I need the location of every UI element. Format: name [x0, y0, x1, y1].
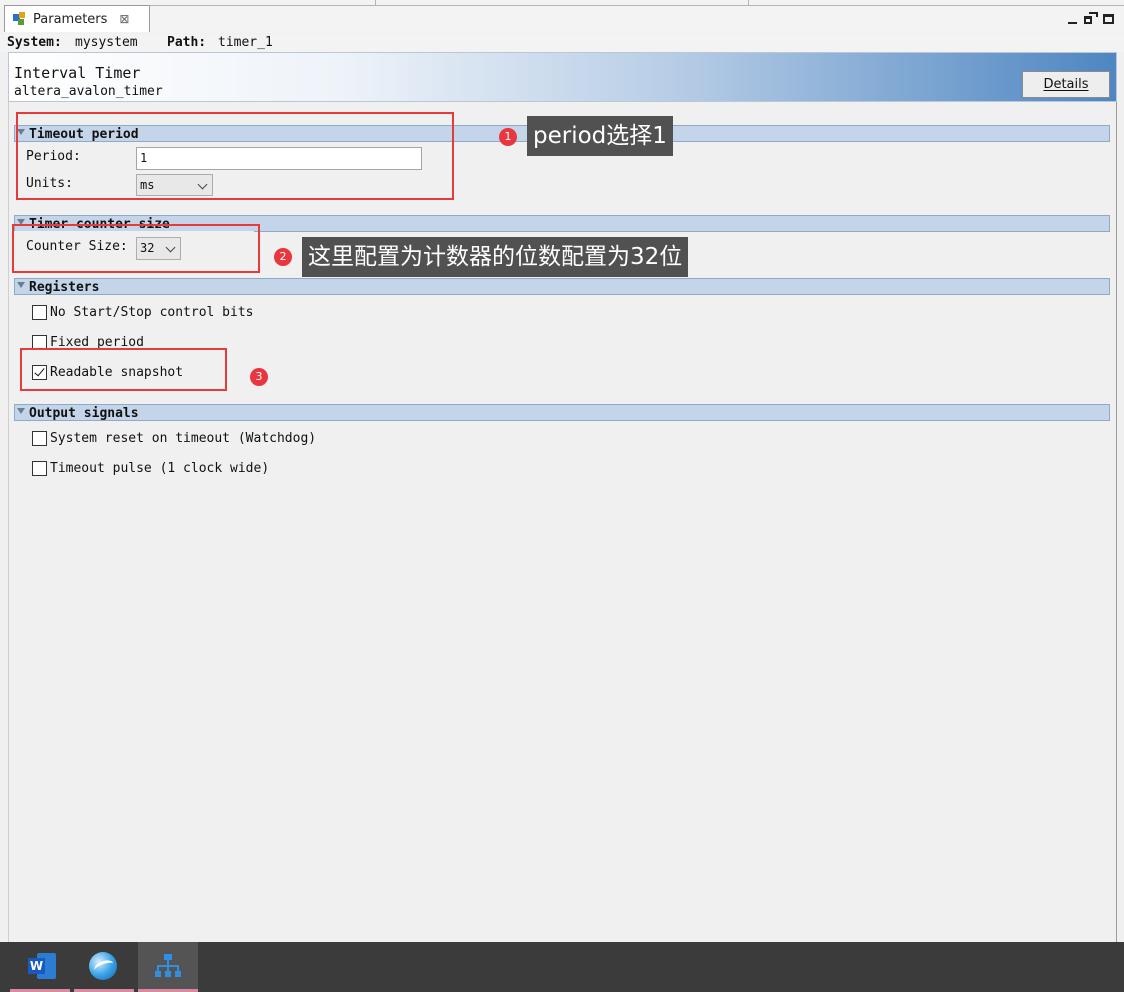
tab-parameters[interactable]: Parameters ⊠	[4, 5, 150, 32]
checkbox-label[interactable]: Timeout pulse (1 clock wide)	[50, 461, 269, 476]
network-tool-icon	[155, 954, 181, 978]
annotation-box-3	[20, 348, 227, 391]
annotation-badge-3: 3	[250, 368, 268, 386]
section-output-signals[interactable]: Output signals	[14, 404, 1110, 421]
path-label: Path:	[167, 35, 207, 50]
annotation-callout-2: 这里配置为计数器的位数配置为32位	[302, 237, 689, 277]
checkbox-no-start-stop[interactable]	[32, 305, 47, 320]
path-bar: System: mysystem Path: timer_1	[0, 34, 1124, 52]
checkbox-timeout-pulse[interactable]	[32, 461, 47, 476]
restore-icon[interactable]	[1083, 12, 1098, 26]
annotation-badge-1: 1	[499, 128, 517, 146]
section-registers[interactable]: Registers	[14, 278, 1110, 295]
word-icon: W	[28, 953, 56, 979]
component-title: Interval Timer	[14, 64, 141, 82]
tab-label: Parameters	[33, 11, 108, 27]
annotation-box-2	[12, 224, 260, 273]
checkbox-system-reset[interactable]	[32, 431, 47, 446]
taskbar-browser[interactable]	[74, 942, 134, 992]
system-label: System:	[7, 35, 62, 50]
section-title: Output signals	[29, 406, 139, 421]
minimize-icon[interactable]	[1066, 12, 1080, 26]
taskbar-word[interactable]: W	[10, 942, 70, 992]
annotation-badge-2: 2	[274, 248, 292, 266]
maximize-icon[interactable]	[1102, 12, 1116, 26]
tab-strip	[0, 0, 1124, 33]
close-icon[interactable]: ⊠	[119, 12, 129, 26]
checkbox-label[interactable]: System reset on timeout (Watchdog)	[50, 431, 316, 446]
section-title: Registers	[29, 280, 100, 295]
component-header: Interval Timer altera_avalon_timer	[8, 52, 1117, 102]
checkbox-label[interactable]: No Start/Stop control bits	[50, 305, 254, 320]
collapse-triangle-icon[interactable]	[17, 408, 25, 414]
component-subtitle: altera_avalon_timer	[14, 84, 163, 99]
annotation-box-1	[16, 112, 454, 200]
collapse-triangle-icon[interactable]	[17, 282, 25, 288]
details-button[interactable]: Details	[1022, 71, 1110, 98]
path-value: timer_1	[218, 35, 273, 50]
taskbar-network-tool[interactable]	[138, 942, 198, 992]
browser-globe-icon	[89, 952, 117, 980]
parameters-icon	[13, 12, 27, 26]
system-value: mysystem	[75, 35, 138, 50]
annotation-callout-1: period选择1	[527, 116, 673, 156]
taskbar: W	[0, 942, 1124, 992]
